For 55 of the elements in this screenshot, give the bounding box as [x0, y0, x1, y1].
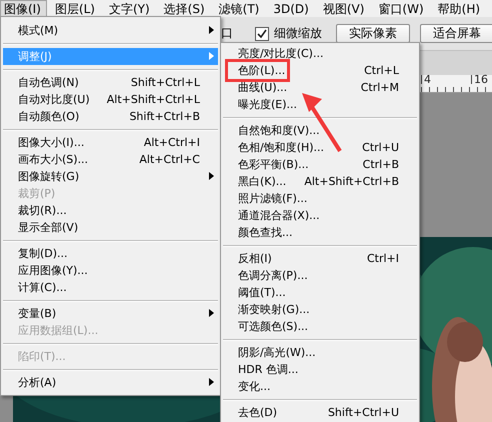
menu-item[interactable]: 阴影/高光(W)... [223, 344, 417, 361]
menu-bar-item[interactable]: 帮助(H) [434, 0, 486, 17]
menu-item[interactable]: 自然饱和度(V)... [223, 122, 417, 139]
menu-item[interactable]: 图像大小(I)... Alt+Ctrl+I [3, 134, 218, 151]
menu-item[interactable]: 通道混合器(X)... [223, 207, 417, 224]
option-button[interactable]: 适合屏幕 [420, 24, 492, 43]
menu-item[interactable]: 颜色查找... [223, 224, 417, 241]
menu-item[interactable]: 计算(C)... [3, 279, 218, 296]
menu-bar-item[interactable]: 窗口(W) [374, 0, 430, 17]
menu-item[interactable]: 去色(D) Shift+Ctrl+U [223, 404, 417, 421]
menu-item[interactable]: 应用图像(Y)... [3, 262, 218, 279]
checkbox[interactable] [255, 26, 269, 40]
menu-bar-item[interactable]: 图像(I) [0, 0, 47, 17]
menu-bar-item[interactable]: 视图(V) [318, 0, 370, 17]
menu-item[interactable]: 反相(I) Ctrl+I [223, 250, 417, 267]
ruler-number: 16 [471, 75, 488, 84]
menu-item[interactable]: 色调分离(P)... [223, 267, 417, 284]
menu-item[interactable]: 曲线(U)... Ctrl+M [223, 79, 417, 96]
menu-item[interactable]: 渐变映射(G)... [223, 301, 417, 318]
menu-item[interactable]: 色彩平衡(B)... Ctrl+B [223, 156, 417, 173]
menu-item[interactable]: 色相/饱和度(H)... Ctrl+U [223, 139, 417, 156]
menu-item[interactable]: 裁切(R)... [3, 202, 218, 219]
menu-item[interactable]: 阈值(T)... [223, 284, 417, 301]
menu-item[interactable]: 变化... [223, 378, 417, 395]
menu-bar-item[interactable]: 滤镜(T) [214, 0, 266, 17]
menu-item[interactable]: 可选颜色(S)... [223, 318, 417, 335]
menu-item[interactable]: 复制(D)... [3, 245, 218, 262]
menu-item[interactable]: 模式(M) [3, 22, 218, 39]
menu-item[interactable]: 自动色调(N) Shift+Ctrl+L [3, 74, 218, 91]
menu-item[interactable]: 图像旋转(G) [3, 168, 218, 185]
menu-item[interactable]: 自动对比度(U) Alt+Shift+Ctrl+L [3, 91, 218, 108]
menu-item[interactable]: 变量(B) [3, 305, 218, 322]
submenu-arrow-icon [209, 26, 214, 34]
menu-item[interactable]: 黑白(K)... Alt+Shift+Ctrl+B [223, 173, 417, 190]
submenu-arrow-icon [209, 52, 214, 60]
menu-bar-item[interactable]: 文字(Y) [104, 0, 156, 17]
menu-item[interactable]: 显示全部(V) [3, 219, 218, 236]
menu-bar-item[interactable]: 3D(D) [269, 0, 315, 17]
menu-item[interactable]: 亮度/对比度(C)... [223, 45, 417, 62]
option-label: 口 [221, 25, 233, 42]
menu-item[interactable]: 曝光度(E)... [223, 96, 417, 113]
menu-item[interactable]: 画布大小(S)... Alt+Ctrl+C [3, 151, 218, 168]
ruler-number: 4 [421, 75, 431, 84]
menu-bar-item[interactable]: 图层(L) [50, 0, 101, 17]
checkbox-label: 细微缩放 [274, 25, 322, 42]
submenu-arrow-icon [209, 172, 214, 180]
menu-item[interactable]: 色阶(L)... Ctrl+L [223, 62, 417, 79]
submenu-arrow-icon [209, 309, 214, 317]
menu-item[interactable]: 照片滤镜(F)... [223, 190, 417, 207]
menu-item[interactable]: 自动颜色(O) Shift+Ctrl+B [3, 108, 218, 125]
option-button[interactable]: 实际像素 [336, 24, 410, 43]
submenu-arrow-icon [209, 378, 214, 386]
menu-bar-item[interactable]: 选择(S) [160, 0, 211, 17]
menu-item[interactable]: 分析(A) [3, 374, 218, 391]
menu-item[interactable]: HDR 色调... [223, 361, 417, 378]
